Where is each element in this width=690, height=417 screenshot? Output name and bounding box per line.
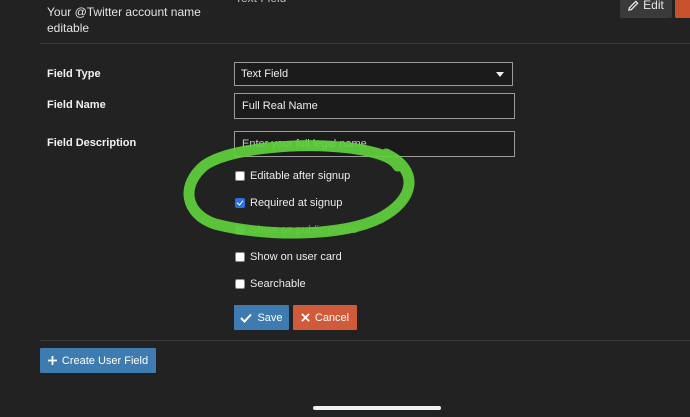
cancel-button[interactable]: Cancel [293,305,357,330]
option-searchable[interactable]: Searchable [235,276,306,292]
divider [40,340,690,341]
checkbox[interactable] [235,225,245,235]
field-name-label: Field Name [47,99,106,111]
field-description-input[interactable]: Enter your full legal name [234,131,515,157]
checkbox[interactable] [235,252,245,262]
delete-button[interactable] [675,0,690,18]
field-description-label: Field Description [47,137,137,149]
divider [40,43,690,44]
plus-icon [47,356,57,365]
save-button[interactable]: Save [234,305,289,330]
option-required-at-signup[interactable]: Required at signup [235,195,342,211]
close-icon [301,313,310,322]
field-type-select[interactable]: Text Field [234,62,513,86]
option-editable-after-signup[interactable]: Editable after signup [235,168,350,184]
edit-button[interactable]: Edit [620,0,672,18]
check-icon [240,313,253,323]
field-name-input[interactable]: Full Real Name [234,93,515,119]
create-user-field-button[interactable]: Create User Field [40,348,156,373]
field-type-label: Field Type [47,68,101,80]
checkbox[interactable] [235,279,245,289]
option-show-on-public-profile[interactable]: Show on public profile [235,222,358,238]
previous-field-type: Text Field [235,0,286,5]
caret-down-icon [496,72,504,77]
home-indicator [313,406,441,410]
checkbox[interactable] [235,171,245,181]
pencil-icon [628,0,639,11]
checkbox-checked[interactable] [235,198,245,208]
option-show-on-user-card[interactable]: Show on user card [235,249,342,265]
previous-field-description: Your @Twitter account name editable [47,5,201,35]
